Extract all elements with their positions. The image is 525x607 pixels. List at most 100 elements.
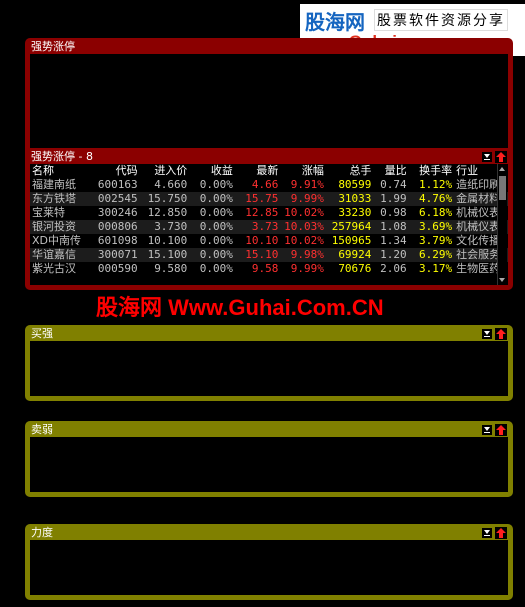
table-row[interactable]: 福建南纸 600163 4.660 0.00% 4.66 9.91% 80599 0.74 1.… bbox=[30, 178, 508, 192]
logo-tagline: 股票软件资源分享 bbox=[374, 9, 508, 31]
cell-volume: 33230 bbox=[338, 206, 372, 219]
strong-limit-up-panel: 强势涨停 - 8 名称 代码 进入价 收益 最新 涨幅 总手 量比 换手率 行业… bbox=[25, 148, 513, 290]
table-header-row: 名称 代码 进入价 收益 最新 涨幅 总手 量比 换手率 行业 bbox=[30, 164, 508, 178]
cell-entry-price: 15.750 bbox=[139, 192, 190, 206]
red-up-arrow-icon[interactable] bbox=[495, 526, 507, 539]
cell-last: 4.66 bbox=[251, 178, 279, 191]
cell-name: 紫光古汉 bbox=[32, 262, 76, 275]
cell-volume: 150965 bbox=[331, 234, 372, 247]
cell-code: 601098 bbox=[97, 234, 138, 247]
cell-turnover: 3.79% bbox=[419, 234, 453, 247]
cell-turnover: 3.69% bbox=[408, 220, 455, 234]
cell-volume-ratio: 1.99 bbox=[373, 192, 409, 206]
panel-header: 力度 bbox=[27, 526, 511, 539]
panel-header: 卖弱 bbox=[27, 423, 511, 436]
cell-gain: 0.00% bbox=[199, 178, 233, 191]
table-row[interactable]: 紫光古汉 000590 9.580 0.00% 9.58 9.99% 70676 2.06 3.… bbox=[30, 262, 508, 276]
col-header-entry-price[interactable]: 进入价 bbox=[140, 164, 190, 178]
cell-last: 15.10 bbox=[234, 248, 281, 262]
table-row[interactable]: 东方铁塔 002545 15.750 0.00% 15.75 9.99% 31033 1.99… bbox=[30, 192, 508, 206]
dropdown-menu-icon[interactable] bbox=[482, 151, 492, 162]
sell-weak-panel: 卖弱 bbox=[25, 421, 513, 497]
cell-last: 9.58 bbox=[251, 262, 279, 275]
cell-turnover: 6.18% bbox=[419, 206, 453, 219]
col-header-last[interactable]: 最新 bbox=[235, 164, 281, 178]
col-header-change[interactable]: 涨幅 bbox=[280, 164, 326, 178]
buy-strong-panel: 买强 bbox=[25, 325, 513, 401]
panel-header: 买强 bbox=[27, 327, 511, 340]
force-panel: 力度 bbox=[25, 524, 513, 600]
cell-volume-ratio: 0.74 bbox=[380, 178, 407, 191]
red-up-arrow-icon[interactable] bbox=[495, 327, 507, 340]
cell-entry-price: 4.660 bbox=[154, 178, 188, 191]
cell-code: 000590 bbox=[97, 262, 138, 275]
cell-turnover: 3.17% bbox=[419, 262, 453, 275]
cell-name: 福建南纸 bbox=[32, 178, 76, 191]
cell-volume-ratio: 1.08 bbox=[373, 220, 409, 234]
dropdown-menu-icon[interactable] bbox=[482, 328, 492, 339]
panel-body: 名称 代码 进入价 收益 最新 涨幅 总手 量比 换手率 行业 福建南纸 6001… bbox=[30, 164, 508, 285]
cell-volume: 70676 bbox=[338, 262, 372, 275]
cell-entry-price: 12.850 bbox=[147, 206, 188, 219]
col-header-name[interactable]: 名称 bbox=[30, 164, 94, 178]
panel-body bbox=[30, 540, 508, 595]
col-header-gain[interactable]: 收益 bbox=[189, 164, 235, 178]
scroll-thumb[interactable] bbox=[499, 176, 506, 200]
cell-entry-price: 15.100 bbox=[139, 248, 190, 262]
dropdown-menu-icon[interactable] bbox=[482, 424, 492, 435]
panel-body bbox=[30, 437, 508, 492]
cell-volume-ratio: 1.34 bbox=[380, 234, 407, 247]
red-up-arrow-icon[interactable] bbox=[495, 150, 507, 163]
cell-gain: 0.00% bbox=[199, 234, 233, 247]
col-header-code[interactable]: 代码 bbox=[94, 164, 140, 178]
cell-code: 000806 bbox=[94, 220, 140, 234]
logo-brand: 股海网 bbox=[305, 10, 365, 34]
cell-volume-ratio: 0.98 bbox=[380, 206, 407, 219]
cell-turnover: 6.29% bbox=[408, 248, 455, 262]
cell-last: 15.75 bbox=[234, 192, 281, 206]
panel-title: 力度 bbox=[31, 526, 53, 539]
cell-volume: 80599 bbox=[338, 178, 372, 191]
cell-name: 华谊嘉信 bbox=[30, 248, 95, 262]
cell-code: 300246 bbox=[97, 206, 138, 219]
cell-volume: 31033 bbox=[325, 192, 374, 206]
col-header-volume[interactable]: 总手 bbox=[326, 164, 374, 178]
cell-entry-price: 9.580 bbox=[154, 262, 188, 275]
cell-last: 3.73 bbox=[234, 220, 281, 234]
cell-change: 10.02% bbox=[284, 234, 324, 247]
cell-turnover: 1.12% bbox=[419, 178, 453, 191]
panel-title: 卖弱 bbox=[31, 423, 53, 436]
cell-code: 600163 bbox=[97, 178, 138, 191]
cell-volume-ratio: 2.06 bbox=[380, 262, 407, 275]
cell-gain: 0.00% bbox=[199, 262, 233, 275]
red-up-arrow-icon[interactable] bbox=[495, 423, 507, 436]
table-row[interactable]: XD中南传 601098 10.100 0.00% 10.10 10.02% 150965 1… bbox=[30, 234, 508, 248]
table-row[interactable]: 宝莱特 300246 12.850 0.00% 12.85 10.02% 33230 0.98… bbox=[30, 206, 508, 220]
scroll-down-icon[interactable] bbox=[499, 278, 505, 282]
cell-name: XD中南传 bbox=[32, 234, 82, 247]
scroll-up-icon[interactable] bbox=[499, 167, 505, 171]
cell-change: 10.02% bbox=[284, 206, 324, 219]
col-header-volume-ratio[interactable]: 量比 bbox=[373, 164, 408, 178]
cell-volume-ratio: 1.20 bbox=[373, 248, 409, 262]
strong-limit-up-panel-top: 强势涨停 bbox=[25, 38, 513, 160]
panel-header: 强势涨停 bbox=[27, 40, 511, 53]
cell-change: 9.98% bbox=[280, 248, 326, 262]
cell-entry-price: 3.730 bbox=[139, 220, 190, 234]
vertical-scrollbar[interactable] bbox=[497, 164, 507, 285]
cell-volume: 69924 bbox=[325, 248, 374, 262]
cell-gain: 0.00% bbox=[189, 192, 235, 206]
col-header-turnover[interactable]: 换手率 bbox=[409, 164, 455, 178]
cell-change: 9.99% bbox=[290, 262, 324, 275]
table-row[interactable]: 华谊嘉信 300071 15.100 0.00% 15.10 9.98% 69924 1.20… bbox=[30, 248, 508, 262]
dropdown-menu-icon[interactable] bbox=[482, 527, 492, 538]
cell-gain: 0.00% bbox=[189, 220, 235, 234]
cell-volume: 257964 bbox=[325, 220, 374, 234]
panel-title: 强势涨停 - 8 bbox=[31, 150, 93, 163]
cell-change: 9.91% bbox=[290, 178, 324, 191]
stock-table: 名称 代码 进入价 收益 最新 涨幅 总手 量比 换手率 行业 福建南纸 6001… bbox=[30, 164, 508, 276]
panel-body bbox=[30, 341, 508, 396]
panel-title: 买强 bbox=[31, 327, 53, 340]
table-row[interactable]: 银河投资 000806 3.730 0.00% 3.73 10.03% 257964 1.08… bbox=[30, 220, 508, 234]
cell-last: 12.85 bbox=[245, 206, 279, 219]
